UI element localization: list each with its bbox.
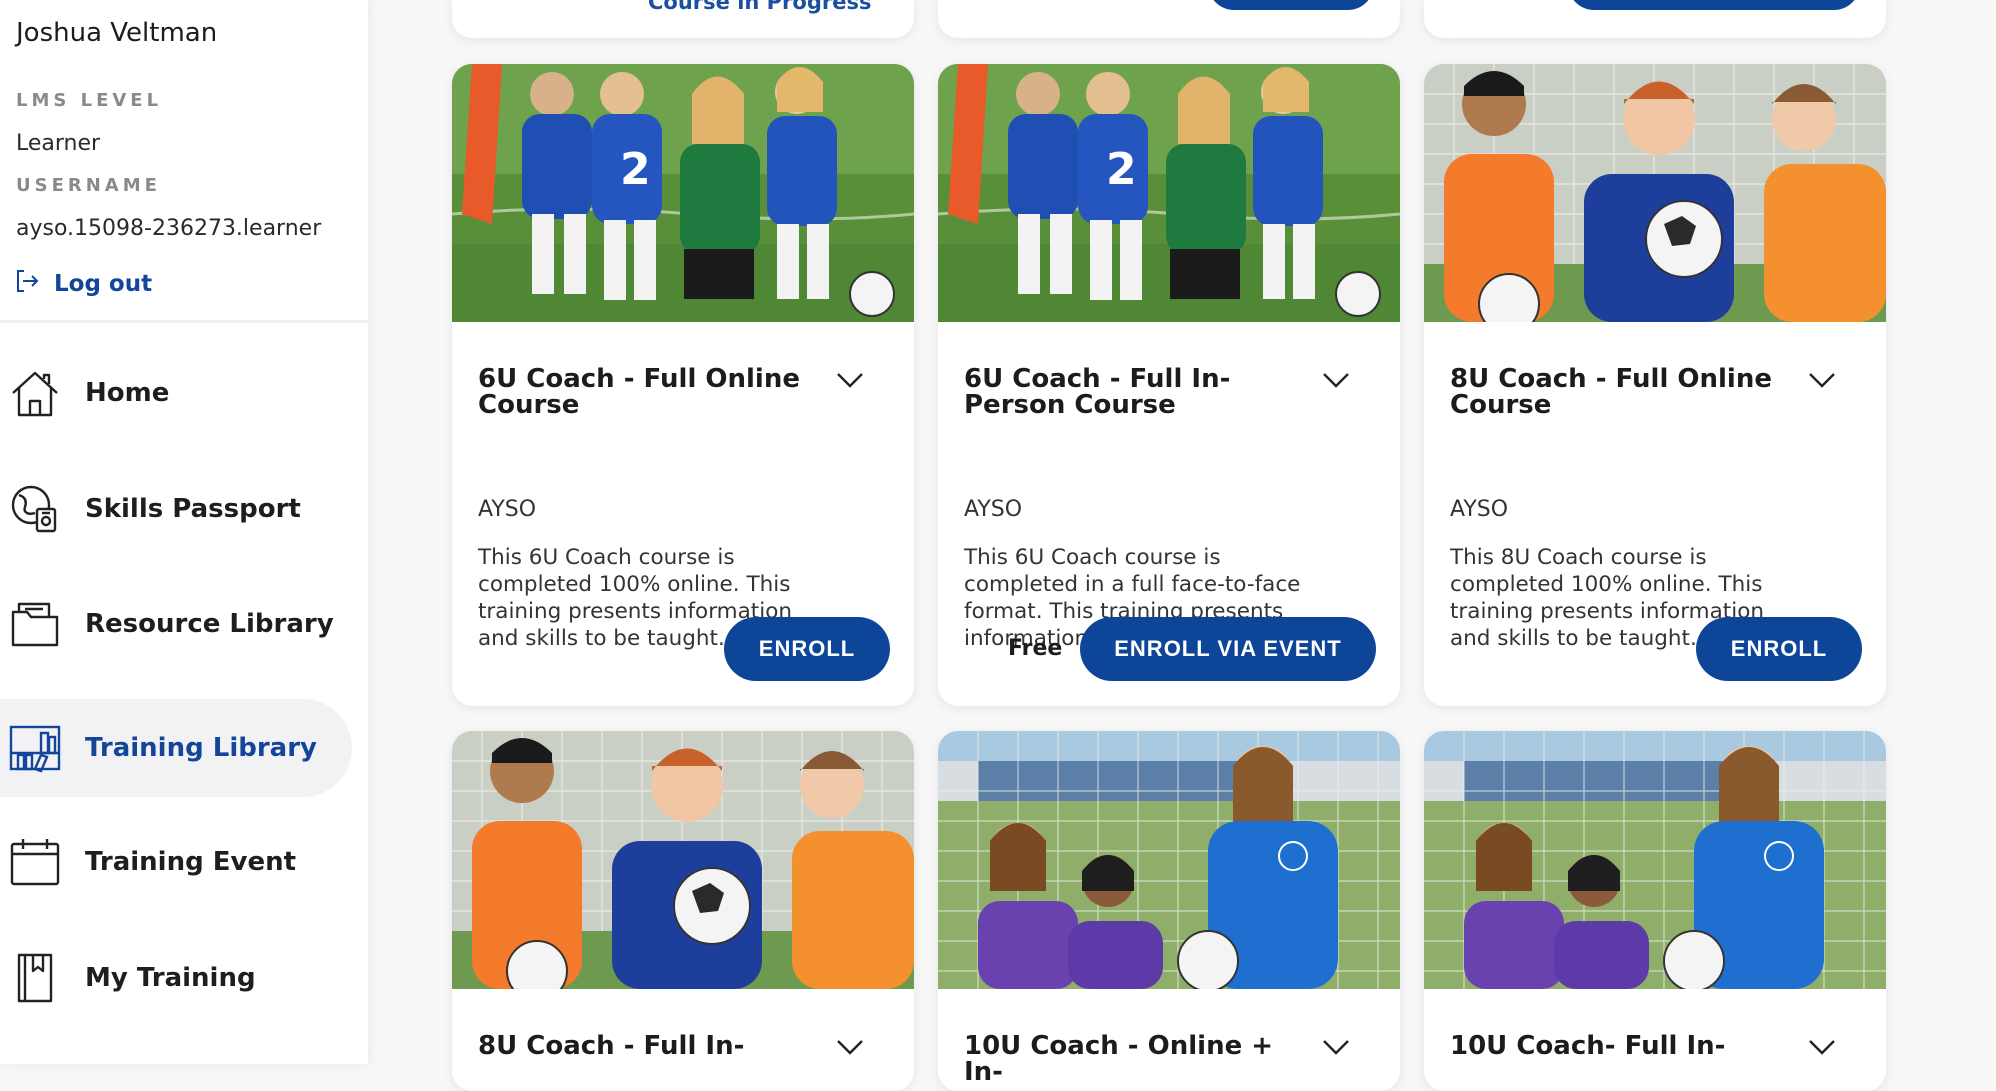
username-label: USERNAME [16,175,161,196]
enroll-button[interactable]: ENROLL [724,617,890,681]
sidebar-item-label: Training Event [85,847,297,877]
course-organization: AYSO [1450,497,1509,522]
sidebar-item-label: Resource Library [85,609,334,639]
sidebar: Joshua Veltman LMS LEVEL Learner USERNAM… [0,0,368,1064]
course-price: Free [1008,636,1063,661]
user-name: Joshua Veltman [16,18,218,48]
sidebar-item-training-library[interactable]: Training Library [0,699,352,797]
logout-label: Log out [54,271,153,297]
sidebar-item-label: Home [85,378,170,408]
sidebar-item-my-training[interactable]: My Training [0,929,352,1027]
course-title[interactable]: 8U Coach - Full Online Course [1450,366,1800,418]
sidebar-item-label: Skills Passport [85,494,301,524]
course-card-partial[interactable]: Course in Progress [452,0,914,38]
course-title[interactable]: 10U Coach - Online + In- [964,1033,1314,1085]
course-image: 2 [452,64,914,322]
course-card[interactable]: 8U Coach - Full Online Course AYSO This … [1424,64,1886,706]
svg-text:2: 2 [620,144,651,195]
course-image [1424,731,1886,992]
logout-icon [14,268,40,300]
sidebar-item-label: My Training [85,963,256,993]
course-image [452,731,914,1002]
course-card[interactable]: 2 6U Coac [452,64,914,706]
course-title[interactable]: 10U Coach- Full In- [1450,1033,1800,1059]
home-icon [8,366,62,420]
course-card[interactable]: 10U Coach - Online + In- [938,731,1400,1091]
sidebar-item-training-event[interactable]: Training Event [0,813,352,911]
svg-text:2: 2 [1106,144,1137,195]
profile-panel: Joshua Veltman LMS LEVEL Learner USERNAM… [0,0,368,323]
course-image [1424,64,1886,335]
logout-link[interactable]: Log out [14,268,152,300]
skills-passport-icon [8,482,62,536]
chevron-down-icon[interactable] [1322,370,1350,390]
course-organization: AYSO [964,497,1023,522]
sidebar-item-label: Training Library [85,733,317,763]
course-title[interactable]: 6U Coach - Full Online Course [478,366,828,418]
sidebar-item-skills-passport[interactable]: Skills Passport [0,460,352,558]
book-icon [8,951,62,1005]
course-card-partial[interactable] [938,0,1400,38]
course-in-progress-link[interactable]: Course in Progress [648,0,871,14]
username-value: ayso.15098-236273.learner [16,216,322,241]
course-organization: AYSO [478,497,537,522]
course-image: 2 [938,64,1400,322]
card-button-partial[interactable] [1568,0,1860,10]
library-icon [8,721,62,775]
sidebar-item-resource-library[interactable]: Resource Library [0,575,352,673]
folder-icon [8,597,62,651]
lms-level-value: Learner [16,131,101,156]
chevron-down-icon[interactable] [836,370,864,390]
training-library-grid: Course in Progress 2 6U Coach - Full Onl… [368,0,1996,1091]
course-card[interactable]: 8U Coach - Full In- [452,731,914,1091]
course-card[interactable]: 10U Coach- Full In- [1424,731,1886,1091]
chevron-down-icon[interactable] [1808,1037,1836,1057]
course-title[interactable]: 8U Coach - Full In- [478,1033,828,1059]
course-title[interactable]: 6U Coach - Full In-Person Course [964,366,1314,418]
enroll-button[interactable]: ENROLL [1696,617,1862,681]
lms-level-label: LMS LEVEL [16,90,163,111]
course-image [938,731,1400,992]
calendar-icon [8,835,62,889]
enroll-via-event-button[interactable]: ENROLL VIA EVENT [1080,617,1376,681]
chevron-down-icon[interactable] [1808,370,1836,390]
chevron-down-icon[interactable] [1322,1037,1350,1057]
course-card-partial[interactable] [1424,0,1886,38]
sidebar-item-home[interactable]: Home [0,344,352,442]
course-card[interactable]: 2 6U Coac [938,64,1400,706]
chevron-down-icon[interactable] [836,1037,864,1057]
card-button-partial[interactable] [1208,0,1374,10]
